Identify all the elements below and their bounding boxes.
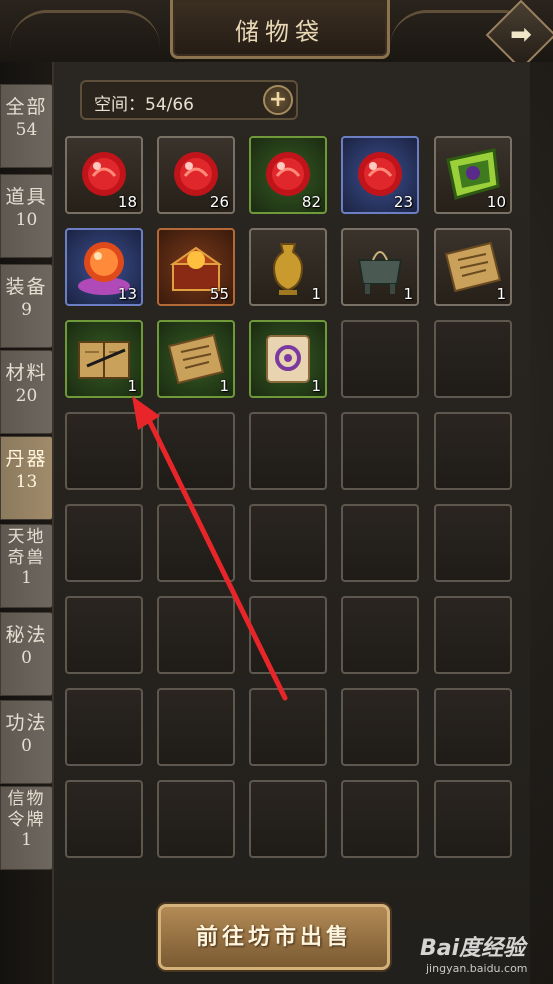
empty-slot[interactable] <box>434 320 512 398</box>
tab-count: 13 <box>15 472 38 492</box>
expand-capacity-button[interactable]: + <box>263 85 293 115</box>
tab-4[interactable]: 丹器 13 <box>0 436 53 520</box>
item-quantity: 1 <box>496 285 506 303</box>
tab-8[interactable]: 信物 令牌 1 <box>0 786 53 870</box>
item-quantity: 55 <box>209 285 229 303</box>
baidu-logo: Bai度经验 <box>420 936 526 961</box>
item-quantity: 26 <box>209 193 229 211</box>
item-slot[interactable]: 23 <box>341 136 419 214</box>
empty-slot[interactable] <box>65 412 143 490</box>
empty-slot[interactable] <box>249 780 327 858</box>
empty-slot[interactable] <box>434 504 512 582</box>
item-quantity: 1 <box>127 377 137 395</box>
empty-slot[interactable] <box>341 412 419 490</box>
item-slot[interactable]: 1 <box>249 320 327 398</box>
item-slot[interactable]: 1 <box>157 320 235 398</box>
tab-label: 装备 <box>5 276 48 298</box>
right-arrow-icon: ➡ <box>510 20 532 50</box>
tab-label: 道具 <box>5 186 48 208</box>
tab-count: 10 <box>15 210 38 230</box>
tab-label: 天地 奇兽 <box>7 527 46 568</box>
empty-slot[interactable] <box>157 504 235 582</box>
item-slot[interactable]: 26 <box>157 136 235 214</box>
empty-slot[interactable] <box>157 688 235 766</box>
item-slot[interactable]: 13 <box>65 228 143 306</box>
item-quantity: 1 <box>311 285 321 303</box>
tab-label: 材料 <box>5 362 48 384</box>
page-title: 储物袋 <box>235 18 325 46</box>
tab-0[interactable]: 全部 54 <box>0 84 53 168</box>
item-slot[interactable]: 82 <box>249 136 327 214</box>
plus-icon: + <box>268 87 288 112</box>
empty-slot[interactable] <box>65 780 143 858</box>
tab-label: 丹器 <box>5 448 48 470</box>
item-quantity: 1 <box>403 285 413 303</box>
empty-slot[interactable] <box>249 412 327 490</box>
tab-count: 1 <box>21 830 32 850</box>
empty-slot[interactable] <box>434 596 512 674</box>
item-grid: 18 26 82 23 10 13 55 1 1 1 1 1 1 <box>65 136 515 906</box>
tab-count: 1 <box>21 568 32 588</box>
empty-slot[interactable] <box>434 780 512 858</box>
header-bar: 储物袋 ➡ <box>0 0 553 86</box>
item-quantity: 18 <box>117 193 137 211</box>
tab-3[interactable]: 材料 20 <box>0 350 53 434</box>
tab-5[interactable]: 天地 奇兽 1 <box>0 524 53 608</box>
tab-count: 0 <box>21 736 32 756</box>
empty-slot[interactable] <box>65 504 143 582</box>
empty-slot[interactable] <box>65 688 143 766</box>
tab-label: 全部 <box>5 96 48 118</box>
empty-slot[interactable] <box>65 596 143 674</box>
item-quantity: 10 <box>486 193 506 211</box>
empty-slot[interactable] <box>341 504 419 582</box>
tab-count: 9 <box>21 300 32 320</box>
tab-count: 0 <box>21 648 32 668</box>
empty-slot[interactable] <box>341 780 419 858</box>
empty-slot[interactable] <box>157 412 235 490</box>
empty-slot[interactable] <box>157 780 235 858</box>
capacity-text: 空间：54/66 <box>94 95 194 115</box>
title-plate: 储物袋 <box>170 0 390 59</box>
empty-slot[interactable] <box>434 688 512 766</box>
item-quantity: 1 <box>311 377 321 395</box>
empty-slot[interactable] <box>249 504 327 582</box>
cloud-ornament-left <box>10 10 160 47</box>
tab-count: 54 <box>15 120 38 140</box>
tab-6[interactable]: 秘法 0 <box>0 612 53 696</box>
sell-at-market-button[interactable]: 前往坊市出售 <box>158 904 390 970</box>
empty-slot[interactable] <box>249 688 327 766</box>
item-slot[interactable]: 10 <box>434 136 512 214</box>
empty-slot[interactable] <box>341 596 419 674</box>
item-slot[interactable]: 1 <box>249 228 327 306</box>
empty-slot[interactable] <box>434 412 512 490</box>
tab-label: 功法 <box>5 712 48 734</box>
item-slot[interactable]: 1 <box>65 320 143 398</box>
empty-slot[interactable] <box>341 320 419 398</box>
tab-7[interactable]: 功法 0 <box>0 700 53 784</box>
item-slot[interactable]: 18 <box>65 136 143 214</box>
empty-slot[interactable] <box>341 688 419 766</box>
empty-slot[interactable] <box>157 596 235 674</box>
tab-2[interactable]: 装备 9 <box>0 264 53 348</box>
tab-label: 秘法 <box>5 624 48 646</box>
item-quantity: 13 <box>117 285 137 303</box>
tab-label: 信物 令牌 <box>7 789 46 830</box>
item-quantity: 82 <box>301 193 321 211</box>
watermark-url: jingyan.baidu.com <box>426 962 528 975</box>
empty-slot[interactable] <box>249 596 327 674</box>
item-slot[interactable]: 1 <box>341 228 419 306</box>
item-quantity: 23 <box>393 193 413 211</box>
tab-count: 20 <box>15 386 38 406</box>
item-quantity: 1 <box>219 377 229 395</box>
baidu-watermark: Bai度经验 jingyan.baidu.com <box>420 930 550 980</box>
tab-1[interactable]: 道具 10 <box>0 174 53 258</box>
item-slot[interactable]: 55 <box>157 228 235 306</box>
item-slot[interactable]: 1 <box>434 228 512 306</box>
